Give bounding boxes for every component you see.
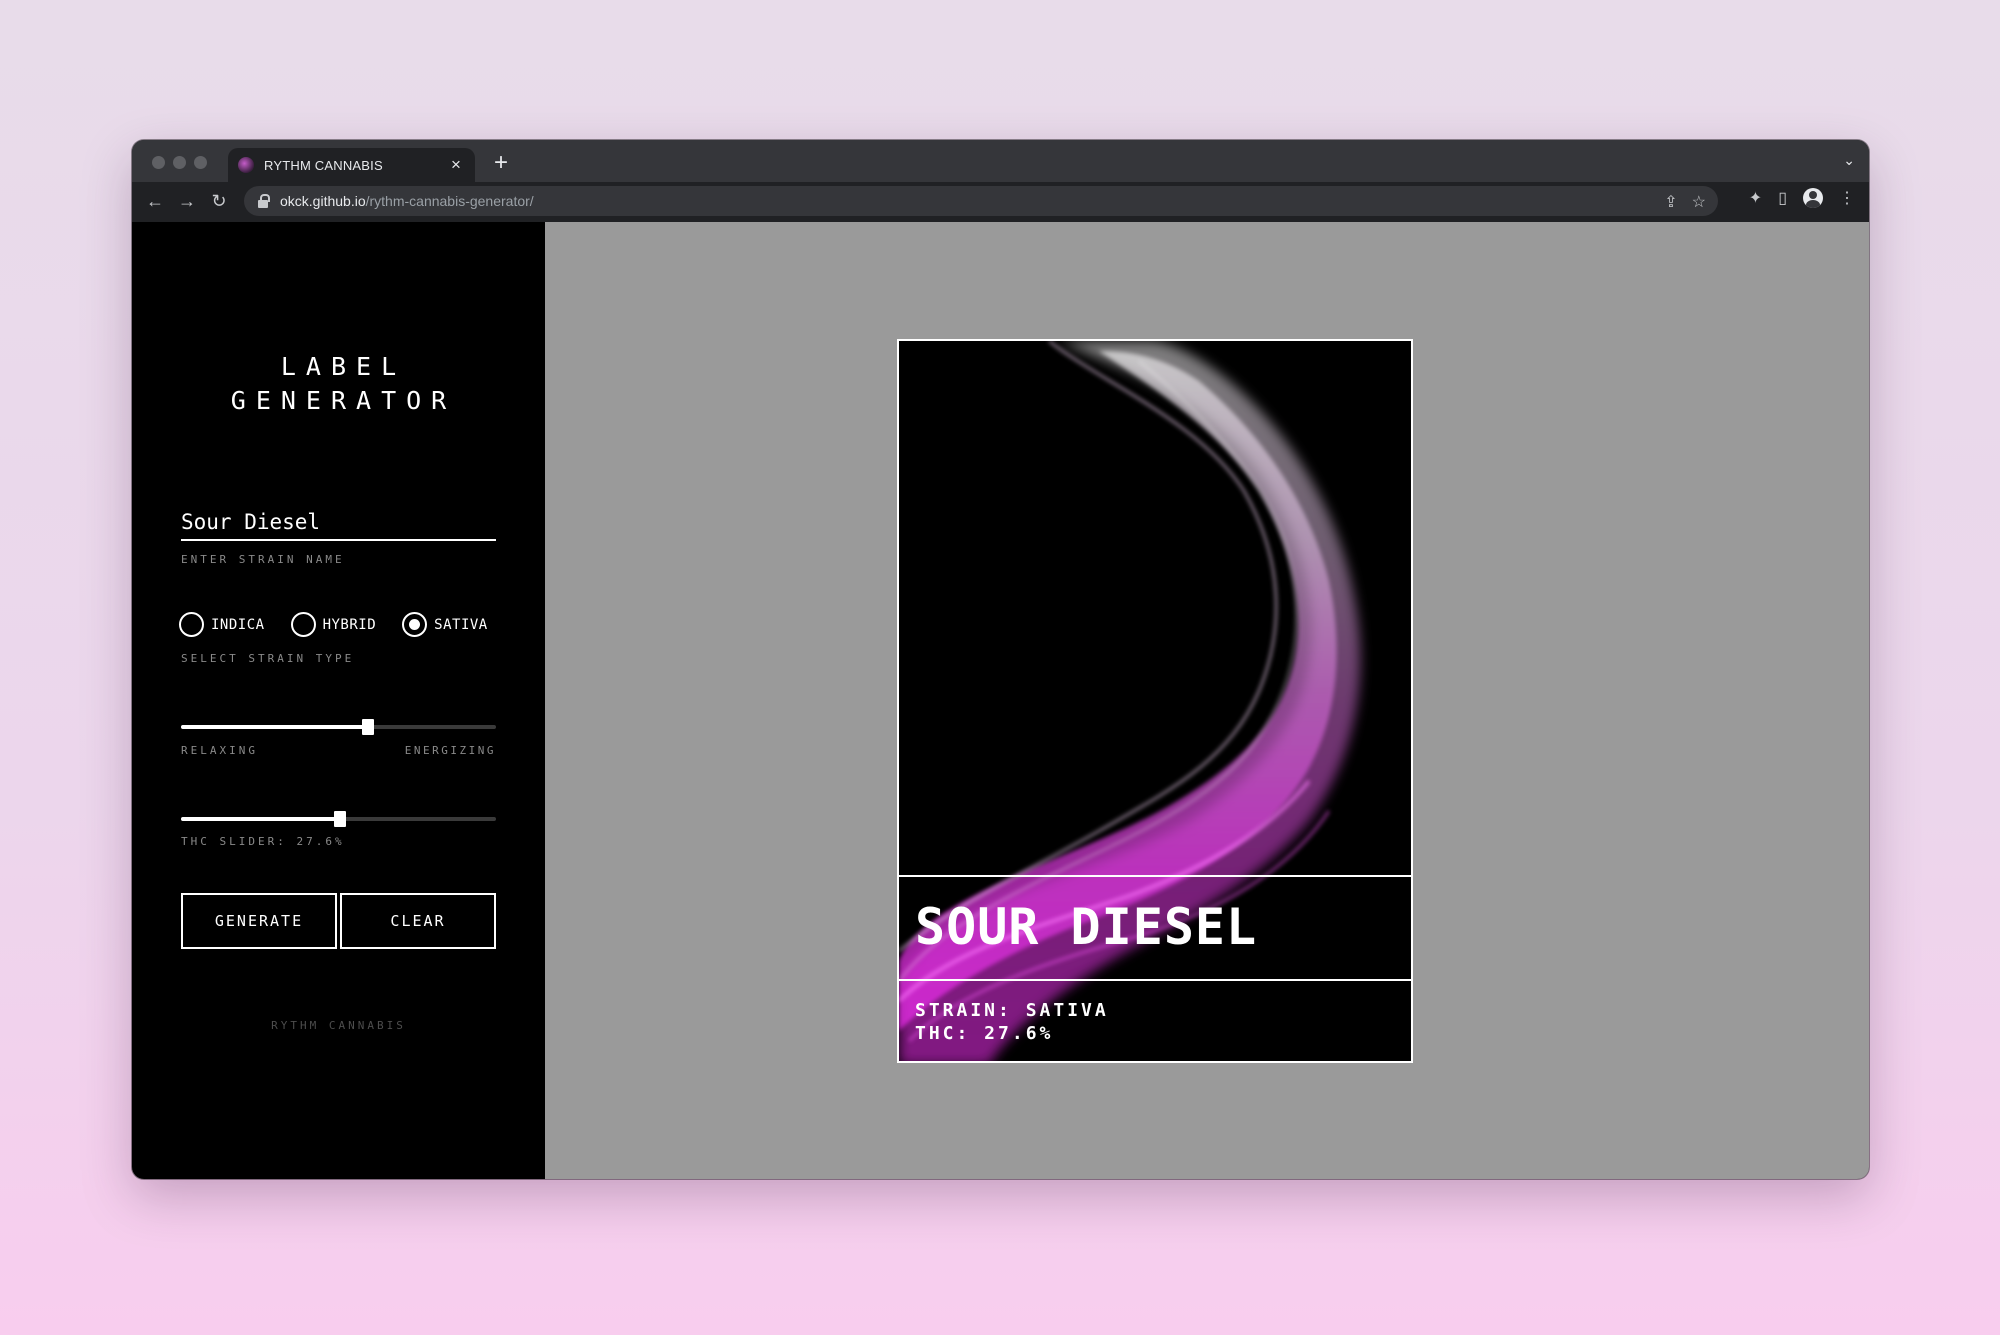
tab-title: RYTHM CANNABIS [264,157,383,173]
energizing-label: ENERGIZING [404,744,496,757]
window-controls [152,156,207,169]
card-info: STRAIN: SATIVA THC: 27.6% [915,999,1109,1045]
lock-icon[interactable] [258,194,270,208]
radio-hybrid[interactable]: HYBRID [290,612,377,637]
strain-type-radio-group: INDICA HYBRID SATIVA [179,612,488,637]
clear-button[interactable]: CLEAR [340,893,496,949]
extensions-puzzle-icon[interactable]: ✦ [1749,188,1762,208]
browser-toolbar: ← → ↻ okck.github.io /rythm-cannabis-gen… [132,182,1869,220]
kebab-menu-icon[interactable]: ⋮ [1839,188,1855,208]
reload-icon[interactable]: ↻ [206,188,232,214]
radio-sativa[interactable]: SATIVA [402,612,488,637]
active-tab[interactable]: RYTHM CANNABIS × [228,148,475,182]
title-line-2: GENERATOR [230,386,457,415]
new-tab-button[interactable]: + [487,148,515,178]
page-title: LABEL GENERATOR [132,350,545,418]
share-icon[interactable]: ⇪ [1664,192,1677,212]
radio-sativa-label: SATIVA [434,616,488,633]
page-viewport: LABEL GENERATOR ENTER STRAIN NAME INDICA… [132,222,1869,1179]
radio-hybrid-circle[interactable] [290,612,316,637]
url-path: /rythm-cannabis-generator/ [365,193,534,209]
card-thc: THC: 27.6% [915,1023,1054,1044]
favicon-icon [238,157,254,173]
forward-arrow-icon[interactable]: → [174,188,200,214]
bookmark-star-icon[interactable]: ☆ [1692,192,1706,212]
effect-slider-thumb[interactable] [362,719,375,735]
strain-name-caption: ENTER STRAIN NAME [181,553,345,566]
label-card: SOUR DIESEL STRAIN: SATIVA THC: 27.6% [897,339,1413,1063]
tab-search-icon[interactable]: ⌄ [1843,152,1855,169]
close-window-button[interactable] [152,156,165,169]
browser-window: RYTHM CANNABIS × + ⌄ ← → ↻ okck.github.i… [132,140,1869,1179]
radio-hybrid-label: HYBRID [322,616,377,633]
maximize-window-button[interactable] [194,156,207,169]
strain-name-input[interactable] [181,505,496,541]
radio-indica[interactable]: INDICA [179,612,265,637]
side-panel-icon[interactable]: ▯ [1778,188,1787,208]
omnibox-actions: ⇪ ☆ [1664,192,1706,212]
effect-slider-fill [181,725,369,729]
strain-type-caption: SELECT STRAIN TYPE [181,652,355,665]
brand-footer: RYTHM CANNABIS [271,1019,406,1032]
toolbar-actions: ✦ ▯ ⋮ [1749,188,1855,208]
card-strain-name: SOUR DIESEL [915,898,1258,956]
minimize-window-button[interactable] [173,156,186,169]
generate-button[interactable]: GENERATE [181,893,337,949]
thc-slider[interactable] [181,809,496,829]
radio-indica-label: INDICA [211,616,265,633]
profile-avatar-icon[interactable] [1803,188,1823,208]
card-strain-type: STRAIN: SATIVA [915,1000,1109,1021]
back-arrow-icon[interactable]: ← [142,188,168,214]
effect-slider[interactable] [181,717,496,737]
url-host: okck.github.io [280,193,366,209]
thc-slider-fill [181,817,341,821]
thc-slider-thumb[interactable] [334,811,347,827]
tab-bar: RYTHM CANNABIS × + ⌄ [132,140,1869,182]
address-bar[interactable]: okck.github.io /rythm-cannabis-generator… [244,186,1718,216]
thc-slider-caption: THC SLIDER: 27.6% [181,835,345,848]
relaxing-label: RELAXING [181,744,258,757]
radio-indica-circle[interactable] [179,612,204,637]
tab-close-icon[interactable]: × [447,155,465,175]
title-line-1: LABEL [280,352,407,381]
generator-sidebar: LABEL GENERATOR ENTER STRAIN NAME INDICA… [132,222,545,1179]
radio-sativa-circle[interactable] [402,612,428,637]
strain-name-band: SOUR DIESEL [899,875,1411,981]
